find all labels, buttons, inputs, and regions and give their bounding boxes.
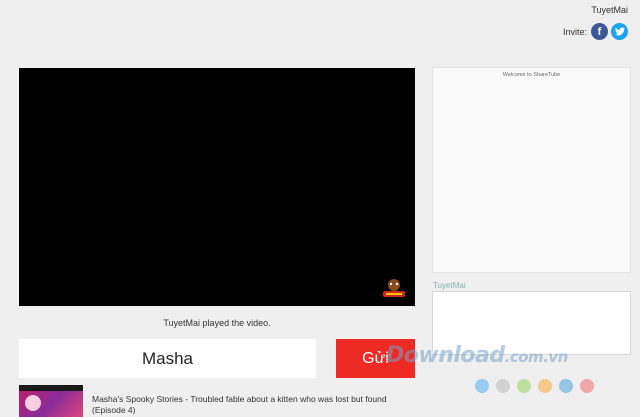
- watermark-dot: [559, 379, 573, 393]
- top-bar: TuyetMai Invite: f: [563, 5, 628, 40]
- player-status-text: TuyetMai played the video.: [163, 318, 271, 328]
- watermark-dots: [475, 379, 594, 393]
- watermark-suffix-text: .com.vn: [504, 348, 569, 366]
- chat-welcome-text: Welcome to ShareTube: [502, 72, 561, 78]
- invite-label: Invite:: [562, 26, 587, 37]
- search-result-item[interactable]: Masha's Spooky Stories - Troubled fable …: [19, 385, 415, 417]
- invite-row: Invite: f: [563, 23, 628, 40]
- video-player[interactable]: [19, 68, 415, 306]
- facebook-icon[interactable]: f: [591, 23, 608, 40]
- username-label[interactable]: TuyetMai: [563, 5, 628, 15]
- result-title[interactable]: Masha's Spooky Stories - Troubled fable …: [92, 394, 412, 416]
- watermark-dot: [517, 379, 531, 393]
- result-thumbnail[interactable]: [19, 385, 83, 417]
- watermark-dot: [496, 379, 510, 393]
- channel-logo-icon: [383, 279, 405, 297]
- search-input[interactable]: [19, 339, 316, 378]
- watermark-dot: [475, 379, 489, 393]
- watermark-dot: [538, 379, 552, 393]
- chat-messages-panel: Welcome to ShareTube: [432, 67, 631, 273]
- chat-current-user: TuyetMai: [433, 281, 466, 290]
- watermark-main-text: Download: [386, 343, 505, 368]
- twitter-icon[interactable]: [611, 23, 628, 40]
- watermark-dot: [580, 379, 594, 393]
- site-watermark: Download.com.vn: [386, 343, 568, 368]
